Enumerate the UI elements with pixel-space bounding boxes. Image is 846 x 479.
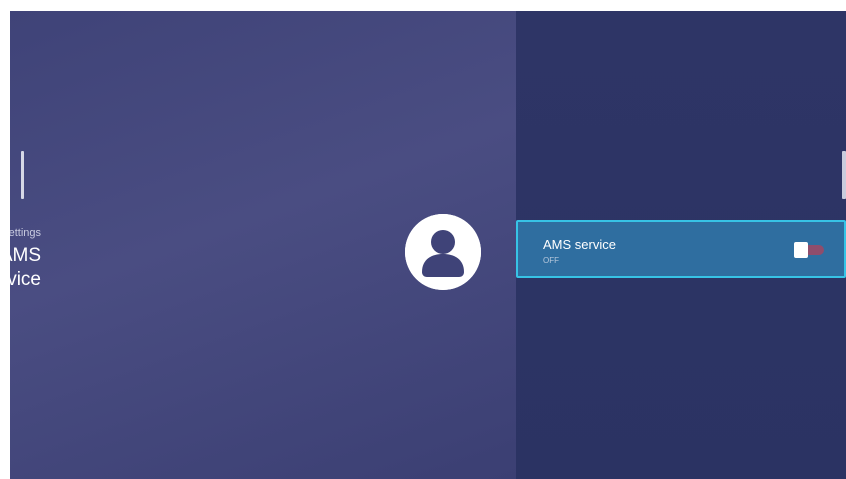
breadcrumb: Settings bbox=[10, 227, 41, 239]
settings-screen: Settings AMS service AMS service OFF bbox=[10, 11, 846, 479]
right-edge-indicator bbox=[842, 151, 846, 199]
setting-status: OFF bbox=[543, 256, 559, 265]
left-edge-indicator bbox=[21, 151, 24, 199]
page-title: AMS service bbox=[10, 245, 41, 290]
account-icon bbox=[405, 214, 481, 290]
setting-label: AMS service bbox=[543, 237, 616, 252]
toggle-knob bbox=[794, 242, 808, 258]
toggle-switch[interactable] bbox=[792, 242, 826, 258]
setting-row-ams-service[interactable]: AMS service OFF bbox=[516, 220, 846, 278]
title-block: Settings AMS service bbox=[10, 226, 41, 292]
left-panel: Settings AMS service bbox=[10, 11, 516, 479]
